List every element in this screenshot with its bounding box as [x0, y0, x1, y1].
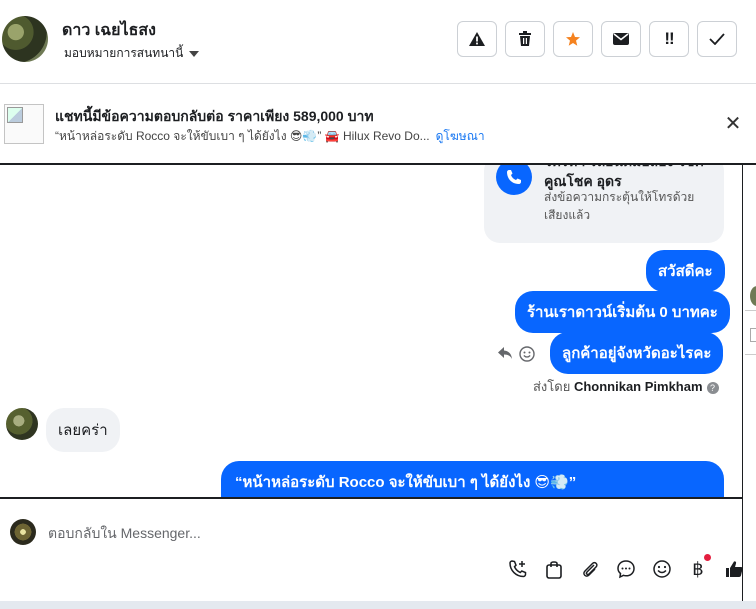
ad-title: แชทนี้มีข้อความตอบกลับต่อ ราคาเพียง 589,… — [55, 108, 374, 124]
call-card-description: ส่งข้อความกระตุ้นให้โทรด้วยเสียงแล้ว — [544, 190, 695, 222]
assign-conversation-dropdown[interactable]: มอบหมายการสนทนานี้ — [64, 44, 200, 63]
divider — [745, 354, 756, 355]
reply-icon[interactable] — [497, 346, 513, 367]
incoming-message[interactable]: เลยคร่า — [46, 408, 120, 452]
thumbs-up-icon[interactable] — [722, 557, 746, 581]
call-request-card[interactable]: โทรหา รถยนต์มือสอง โชคคูณโชค อุดร ส่งข้อ… — [484, 165, 724, 243]
mark-unread-button[interactable] — [601, 21, 641, 57]
sent-by-prefix: ส่งโดย — [533, 379, 571, 394]
contact-avatar-small[interactable] — [6, 408, 38, 440]
call-icon[interactable] — [506, 557, 530, 581]
caret-down-icon — [189, 50, 200, 57]
messenger-inbox: ดาว เฉยไธสง มอบหมายการสนทนานี้ !! แชทนี้… — [0, 0, 756, 609]
delete-button[interactable] — [505, 21, 545, 57]
contact-name[interactable]: ดาว เฉยไธสง — [62, 18, 156, 43]
sent-by-info: ส่งโดย Chonnikan Pimkham? — [533, 376, 719, 397]
bottom-bar — [0, 601, 756, 609]
message-thread[interactable]: โทรหา รถยนต์มือสอง โชคคูณโชค อุดร ส่งข้อ… — [0, 165, 742, 497]
attach-icon[interactable] — [578, 557, 602, 581]
bag-icon[interactable] — [542, 557, 566, 581]
contact-avatar[interactable] — [2, 16, 48, 62]
conversation-header: ดาว เฉยไธสง มอบหมายการสนทนานี้ !! — [0, 0, 756, 84]
warning-icon — [469, 32, 485, 46]
double-exclamation-icon: !! — [664, 29, 674, 48]
ad-subtitle-text: “หน้าหล่อระดับ Rocco จะให้ขับเบา ๆ ได้ยั… — [55, 129, 430, 143]
side-avatar — [750, 286, 756, 306]
side-panel-edge — [742, 165, 756, 609]
reply-composer: ฿ — [0, 497, 743, 601]
message-actions — [497, 346, 535, 367]
side-thumbnail — [750, 328, 756, 342]
close-icon[interactable]: ✕ — [722, 113, 744, 135]
envelope-icon — [613, 33, 629, 45]
spam-button[interactable] — [457, 21, 497, 57]
star-button[interactable] — [553, 21, 593, 57]
outgoing-ad-message-text: “หน้าหล่อระดับ Rocco จะให้ขับเบา ๆ ได้ยั… — [235, 474, 577, 491]
ad-context-banner: แชทนี้มีข้อความตอบกลับต่อ ราคาเพียง 589,… — [0, 85, 756, 165]
outgoing-message[interactable]: สวัสดีคะ — [646, 250, 725, 292]
emoji-icon[interactable] — [650, 557, 674, 581]
outgoing-message[interactable]: ร้านเราดาวน์เริ่มต้น 0 บาทคะ — [515, 291, 730, 333]
chat-bubble-icon[interactable] — [614, 557, 638, 581]
notification-dot — [704, 554, 711, 561]
sender-name: Chonnikan Pimkham — [573, 379, 703, 394]
help-icon[interactable]: ? — [706, 381, 719, 394]
page-avatar — [10, 519, 36, 545]
phone-icon — [496, 165, 532, 195]
divider — [745, 310, 756, 311]
outgoing-ad-message[interactable]: “หน้าหล่อระดับ Rocco จะให้ขับเบา ๆ ได้ยั… — [221, 461, 724, 497]
assign-label: มอบหมายการสนทนานี้ — [64, 46, 184, 60]
star-icon — [566, 32, 580, 46]
trash-icon — [519, 31, 531, 46]
mark-done-button[interactable] — [697, 21, 737, 57]
reply-input[interactable] — [48, 525, 648, 541]
ad-thumbnail[interactable] — [4, 104, 44, 144]
react-emoji-icon[interactable] — [519, 346, 535, 367]
view-ad-link[interactable]: ดูโฆษณา — [436, 129, 485, 143]
follow-up-button[interactable]: !! — [649, 21, 689, 57]
ad-subtitle: “หน้าหล่อระดับ Rocco จะให้ขับเบา ๆ ได้ยั… — [55, 127, 485, 146]
check-icon — [709, 33, 725, 45]
outgoing-message[interactable]: ลูกค้าอยู่จังหวัดอะไรคะ — [550, 332, 724, 374]
